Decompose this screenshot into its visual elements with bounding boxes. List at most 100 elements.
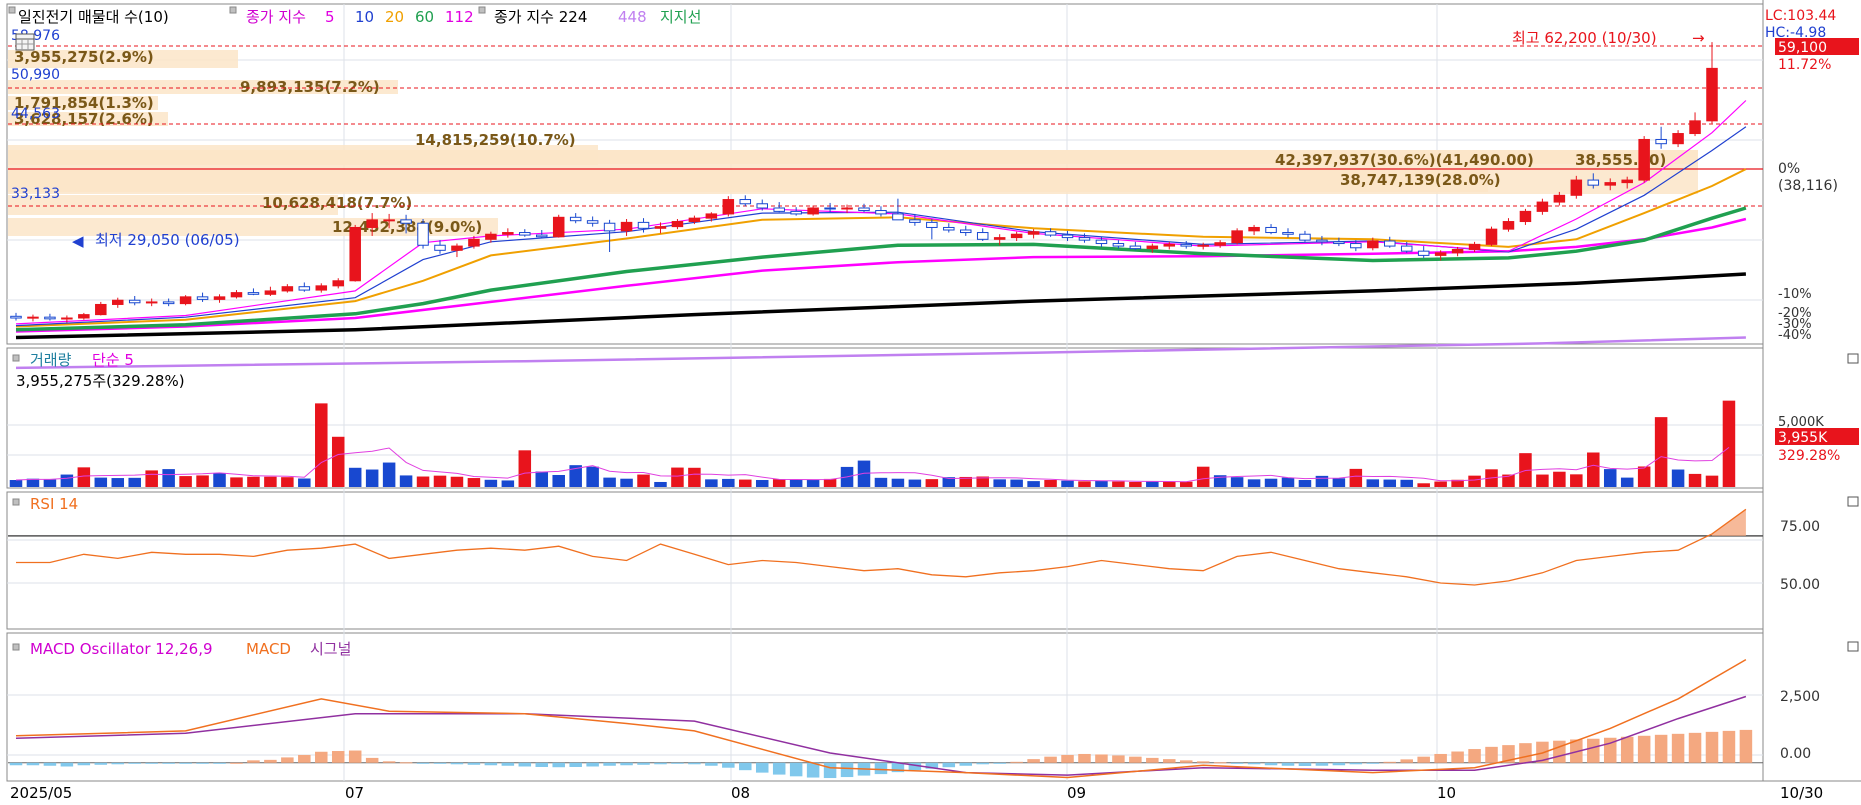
volume-bar-21 [365,469,379,487]
candle-body-81 [1384,240,1396,247]
candle-body-56 [960,229,972,234]
osc-bar-79 [1349,762,1363,765]
volume-bar-36 [620,478,633,487]
osc-bar-71 [1213,762,1227,764]
candle-body-50 [858,207,870,212]
osc-bar-51 [874,762,888,775]
volume-bar-30 [518,450,532,487]
candle-body-22 [383,219,395,222]
rsi-close-icon[interactable] [1847,496,1859,507]
volume-bar-18 [315,403,328,487]
volume-bar-62 [1061,480,1074,487]
osc-bar-86 [1468,749,1481,763]
osc-bar-37 [637,762,650,765]
osc-bar-16 [281,757,294,763]
high-annotation: 최고 62,200 (10/30) [1512,29,1657,47]
signal-legend: 시그널 [310,640,351,658]
ma-legend-5: 5 [325,8,335,26]
low-arrow-icon: ◀ [72,232,84,250]
volume-bar-24 [416,476,430,487]
left-value-3: 44,563 [11,106,60,122]
candle-body-52 [892,213,904,221]
candle-body-4 [78,314,90,319]
osc-bar-3 [60,762,74,767]
osc-bar-97 [1654,734,1668,763]
osc-bar-102 [1739,729,1753,763]
volume-bar-38 [654,481,667,487]
osc-bar-96 [1637,735,1651,763]
volume-bar-11 [196,475,209,487]
volume-bar-77 [1315,475,1329,487]
osc-bar-101 [1722,730,1736,763]
volume-title: 거래량 [30,351,72,369]
osc-bar-65 [1112,755,1125,763]
volume-bar-16 [281,477,294,487]
last-price-label: 59,100 [1778,40,1827,56]
osc-bar-100 [1705,731,1719,763]
volume-bar-41 [705,479,718,487]
volume-bar-66 [1129,481,1142,487]
osc-bar-78 [1332,762,1346,766]
osc-bar-48 [823,762,837,779]
osc-bar-12 [213,762,226,764]
osc-bar-0 [9,762,23,766]
candle-body-89 [1519,210,1532,223]
osc-bar-26 [450,762,464,765]
profile-band-7 [8,170,1488,192]
osc-bar-62 [1061,754,1074,763]
osc-bar-30 [518,762,532,767]
volume-bar-32 [552,474,565,487]
volume-bar-28 [484,479,498,487]
candle-body-92 [1570,179,1583,196]
osc-bar-85 [1451,751,1464,763]
candle-body-19 [332,280,344,287]
macd-close-icon[interactable] [1847,641,1859,652]
volume-bar-2 [43,479,57,487]
volume-bar-0 [9,480,23,487]
candle-body-76 [1299,233,1311,241]
osc-bar-28 [484,762,498,766]
osc-bar-36 [620,762,633,766]
volume-bar-98 [1671,469,1685,487]
candle-body-42 [722,199,735,215]
osc-bar-61 [1044,756,1057,763]
candle-body-49 [841,207,853,210]
osc-bar-34 [586,762,599,767]
osc-bar-38 [654,762,667,765]
calendar-icon[interactable] [15,33,35,51]
pct-tick-40: -40% [1778,328,1812,343]
candle-body-31 [536,234,548,238]
last-pct-label: 11.72% [1778,57,1831,73]
volume-tick-5000k: 5,000K [1778,415,1824,430]
ma-legend-20: 20 [385,8,404,26]
candle-body-79 [1350,243,1362,249]
osc-bar-21 [365,757,379,763]
candle-body-96 [1638,138,1650,181]
candle-body-94 [1604,182,1616,186]
x-label-07: 07 [345,784,364,802]
osc-bar-76 [1298,762,1312,766]
candle-body-83 [1417,250,1430,256]
osc-bar-70 [1196,761,1210,763]
osc-bar-15 [264,759,277,763]
candle-body-99 [1689,120,1701,135]
osc-bar-95 [1620,736,1634,763]
support-legend: 지지선 [660,8,701,26]
osc-bar-82 [1400,759,1413,763]
candle-body-59 [1010,233,1023,239]
candle-body-35 [603,222,616,232]
profile-label-1: 9,893,135(7.2%) [240,78,380,96]
volume-close-icon[interactable] [1847,353,1859,364]
candle-body-60 [1027,231,1040,235]
high-arrow-icon: → [1692,29,1705,47]
volume-bar-92 [1570,474,1583,487]
macd-title: MACD Oscillator 12,26,9 [30,640,213,658]
volume-bar-74 [1264,478,1278,487]
candle-body-20 [349,226,361,282]
volume-bar-84 [1434,481,1447,487]
volume-bar-14 [247,476,260,487]
osc-bar-7 [128,762,141,764]
candle-body-74 [1265,226,1277,234]
osc-bar-75 [1281,762,1295,766]
osc-bar-45 [772,762,786,775]
